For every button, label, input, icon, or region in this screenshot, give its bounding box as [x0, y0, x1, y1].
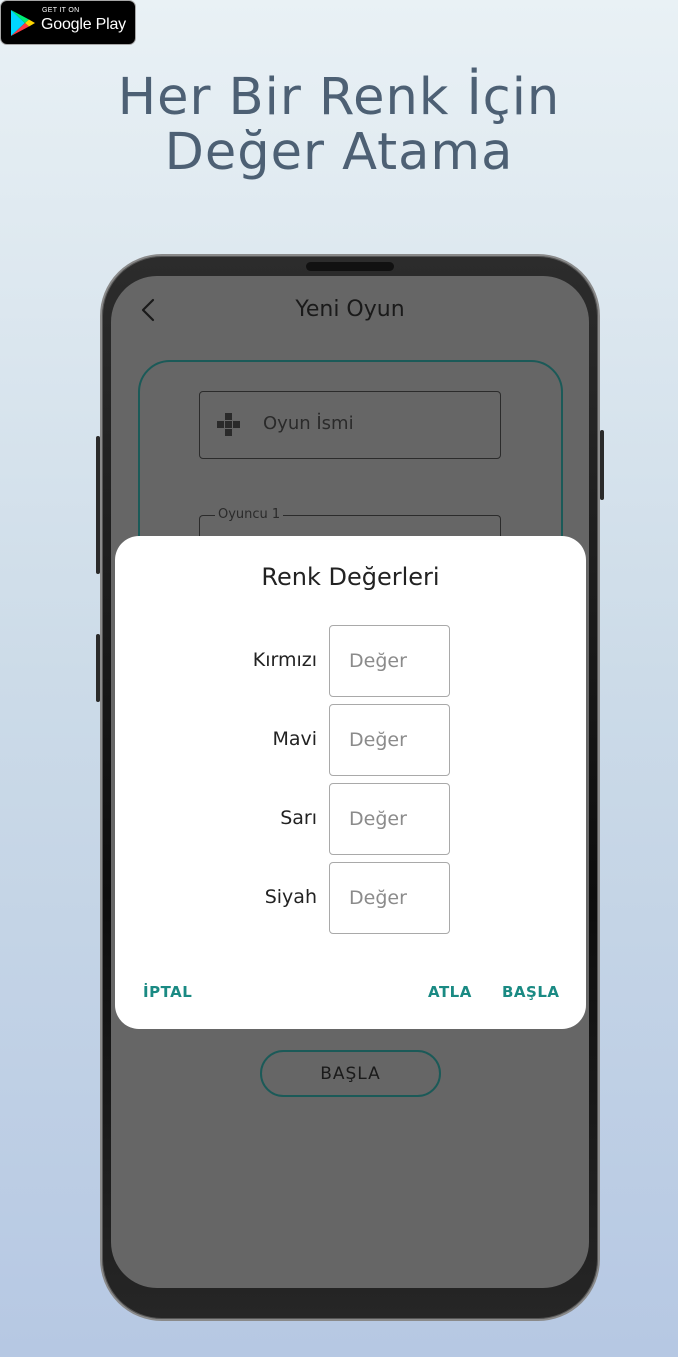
yellow-value-input[interactable] [329, 783, 450, 855]
black-label: Siyah [264, 886, 317, 908]
red-value-input[interactable] [329, 625, 450, 697]
headline-line-1: Her Bir Renk İçin [117, 68, 561, 127]
google-play-badge[interactable]: GET IT ON Google Play [0, 0, 136, 45]
phone-power-button [600, 430, 604, 500]
skip-button[interactable]: ATLA [428, 983, 472, 1001]
screen-title: Yeni Oyun [295, 297, 405, 322]
cancel-button[interactable]: İPTAL [143, 983, 192, 1001]
badge-small-text: GET IT ON [42, 7, 80, 14]
phone-volume-button [96, 436, 100, 574]
badge-store-name: Google Play [41, 16, 126, 33]
red-label: Kırmızı [252, 649, 317, 671]
blue-label: Mavi [272, 728, 317, 750]
promo-headline: Her Bir Renk İçin Değer Atama [0, 70, 678, 180]
phone-side-button [96, 634, 100, 702]
black-value-input[interactable] [329, 862, 450, 934]
yellow-label: Sarı [280, 807, 317, 829]
phone-speaker [306, 262, 394, 271]
color-values-dialog: Renk Değerleri Kırmızı Mavi Sarı Siyah İ… [115, 536, 586, 1029]
game-name-placeholder: Oyun İsmi [263, 413, 354, 434]
blue-value-input[interactable] [329, 704, 450, 776]
back-arrow-icon[interactable] [139, 297, 159, 323]
dialog-start-button[interactable]: BAŞLA [502, 983, 560, 1001]
start-game-button[interactable]: BAŞLA [260, 1050, 441, 1097]
google-play-icon [11, 10, 35, 36]
gamepad-icon [217, 413, 240, 436]
dialog-title: Renk Değerleri [261, 563, 440, 591]
headline-line-2: Değer Atama [164, 123, 514, 182]
player-1-label: Oyuncu 1 [215, 507, 284, 522]
